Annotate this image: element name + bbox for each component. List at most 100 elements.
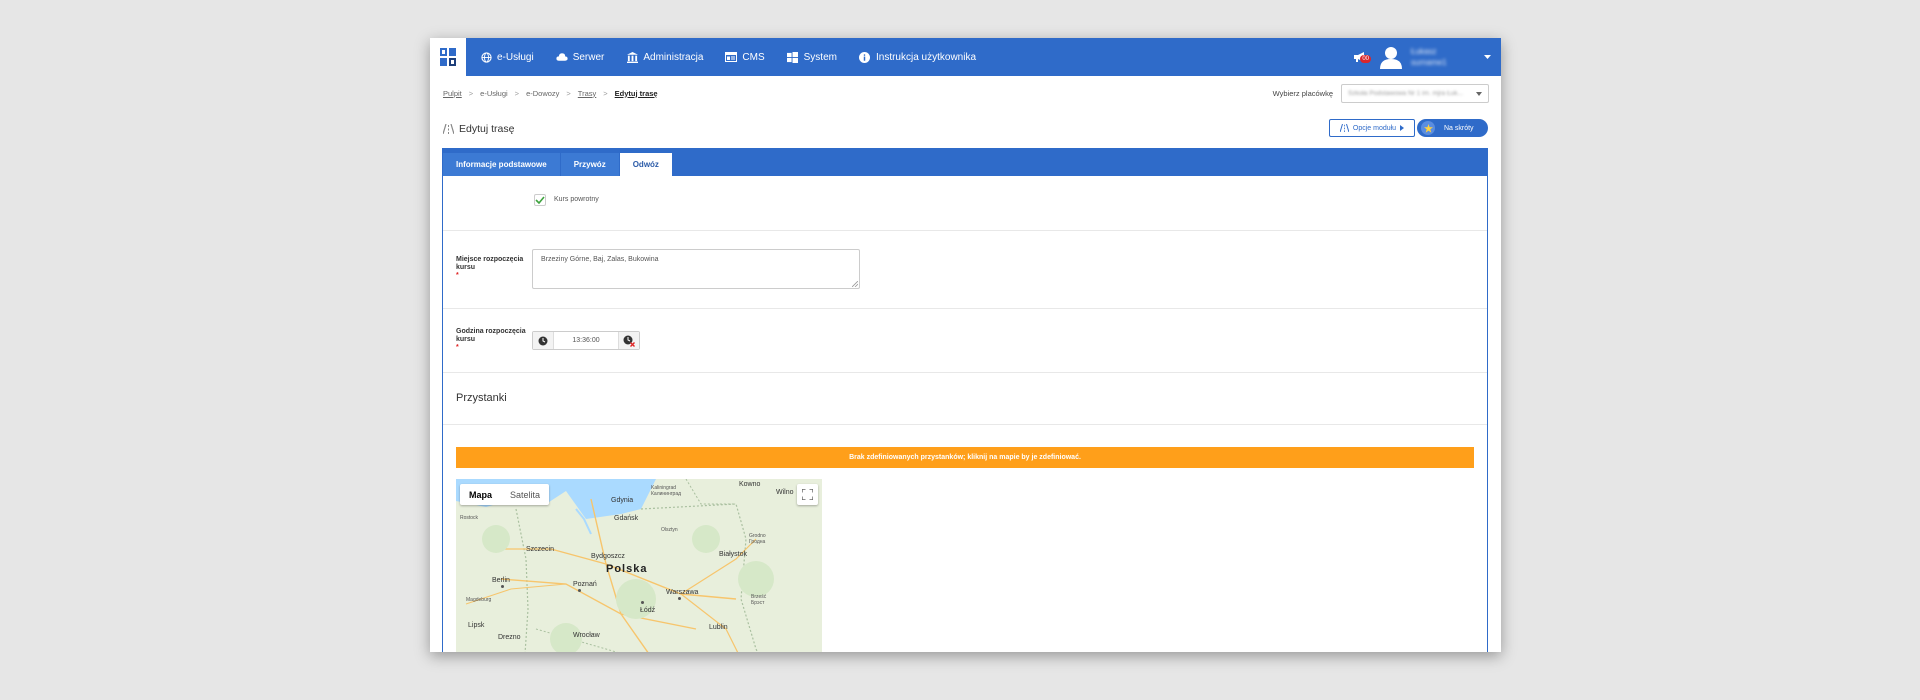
breadcrumb-current: Edytuj trasę [614, 88, 658, 98]
map-marker-berlin [501, 585, 504, 588]
title-row: Edytuj trasę Opcje modułu Na skróty [430, 110, 1501, 147]
main-nav: e-Usługi Serwer Administracja CMS System… [472, 38, 990, 76]
map-country-label: Polska [606, 563, 648, 575]
module-options-label: Opcje modułu [1352, 124, 1397, 132]
clock-clear-icon [623, 335, 635, 347]
start-place-row: Miejsce rozpoczęcia kursu * Brzeziny Gór… [443, 231, 1487, 309]
checkmark-icon [535, 196, 545, 204]
road-icon [1339, 124, 1349, 132]
clock-icon [538, 336, 548, 345]
nav-item-label: Serwer [572, 51, 605, 63]
breadcrumb-separator: > [514, 88, 520, 98]
map-city-kaliningrad: Kaliningrad Калининград [651, 485, 682, 497]
time-picker: 13:36:00 [532, 331, 640, 350]
map-fullscreen-button[interactable] [797, 484, 818, 505]
nav-item-serwer[interactable]: Serwer [548, 38, 619, 76]
map-city-bydgoszcz: Bydgoszcz [591, 553, 625, 560]
map-city-brzesc: Brześć Брэст [751, 594, 767, 606]
map-city-gdansk: Gdańsk [614, 515, 639, 522]
map-city-gdynia: Gdynia [611, 497, 634, 504]
start-time-label: Godzina rozpoczęcia kursu * [456, 328, 526, 352]
map-city-lipsk: Lipsk [468, 622, 485, 629]
avatar[interactable] [1379, 45, 1403, 69]
module-options-button[interactable]: Opcje modułu [1329, 119, 1415, 137]
form-panel: Kurs powrotny Miejsce rozpoczęcia kursu … [442, 176, 1488, 652]
nav-item-administracja[interactable]: Administracja [618, 38, 717, 76]
start-time-label-text: Godzina rozpoczęcia kursu [456, 328, 526, 343]
map-type-satellite-button[interactable]: Satelita [501, 484, 549, 505]
map-city-berlin: Berlin [492, 577, 510, 584]
breadcrumb-separator: > [603, 88, 608, 98]
road-icon [443, 123, 454, 134]
return-course-checkbox[interactable] [534, 194, 546, 206]
map-city-wilno: Wilno [776, 489, 794, 496]
map-city-szczecin: Szczecin [526, 546, 555, 553]
tab-informacje-podstawowe[interactable]: Informacje podstawowe [443, 153, 560, 176]
user-name-block[interactable]: Łukasz surname1 [1411, 46, 1477, 68]
map-type-control: Mapa Satelita [460, 484, 550, 505]
start-place-textarea[interactable]: Brzeziny Górne, Baj, Zalas, Bukowina [532, 249, 860, 289]
time-clear-button[interactable] [619, 332, 639, 349]
user-surname: surname1 [1411, 58, 1447, 67]
breadcrumb-e-uslugi: e-Usługi [480, 88, 508, 98]
user-first-name: Łukasz [1411, 47, 1437, 56]
map-city-kowno: Kowno [739, 481, 761, 488]
globe-icon [480, 51, 492, 63]
map-city-grodno: Grodno Гродна [749, 533, 766, 545]
route-map[interactable]: Mapa Satelita Gdynia Gdańsk Kaliningrad … [456, 479, 822, 652]
map-marker-lodz [641, 601, 644, 604]
map-city-wroclaw: Wrocław [573, 632, 600, 639]
map-type-map-button[interactable]: Mapa [460, 484, 501, 505]
time-picker-button[interactable] [533, 332, 553, 349]
stops-section-title: Przystanki [456, 392, 507, 404]
nav-item-label: Instrukcja użytkownika [875, 51, 977, 63]
map-city-olsztyn: Olsztyn [661, 527, 678, 533]
breadcrumb-pulpit[interactable]: Pulpit [443, 89, 462, 98]
nav-item-cms[interactable]: CMS [717, 38, 778, 76]
branch-label: Wybierz placówkę [1272, 89, 1333, 98]
map-city-warszawa: Warszawa [666, 589, 699, 596]
branch-select[interactable]: Szkoła Podstawowa Nr 1 im. mjra Łuk... [1341, 84, 1489, 103]
return-course-label: Kurs powrotny [554, 196, 599, 203]
start-place-label-text: Miejsce rozpoczęcia kursu [456, 256, 524, 271]
tabs-bar: Informacje podstawowe Przywóz Odwóz [442, 148, 1488, 176]
nav-item-system[interactable]: System [779, 38, 851, 76]
logo-icon [440, 48, 456, 66]
page-title: Edytuj trasę [459, 122, 515, 135]
tab-odwoz[interactable]: Odwóz [619, 153, 672, 176]
breadcrumb-separator: > [468, 88, 474, 98]
start-place-label: Miejsce rozpoczęcia kursu * [456, 256, 526, 280]
branch-select-value: Szkoła Podstawowa Nr 1 im. mjra Łuk... [1348, 90, 1463, 97]
breadcrumb-trasy[interactable]: Trasy [578, 89, 596, 98]
top-navbar: e-Usługi Serwer Administracja CMS System… [430, 38, 1501, 76]
tab-przywoz[interactable]: Przywóz [560, 153, 619, 176]
map-city-bialystok: Białystok [719, 551, 748, 558]
nav-item-instrukcja[interactable]: Instrukcja użytkownika [851, 38, 990, 76]
branch-selector: Wybierz placówkę Szkoła Podstawowa Nr 1 … [1273, 84, 1489, 103]
caret-right-icon [1400, 125, 1405, 131]
start-time-value[interactable]: 13:36:00 [553, 332, 619, 349]
notifications-button[interactable]: 00 [1349, 46, 1371, 68]
required-marker: * [456, 344, 459, 351]
map-city-lublin: Lublin [709, 624, 728, 631]
map-city-magdeburg: Magdeburg [466, 597, 492, 603]
user-area: 00 Łukasz surname1 [1349, 38, 1501, 76]
notification-badge: 00 [1360, 55, 1371, 63]
no-stops-alert: Brak zdefiniowanych przystanków; kliknij… [456, 447, 1474, 468]
shortcuts-label: Na skróty [1444, 124, 1474, 132]
nav-item-label: System [803, 51, 837, 63]
chevron-down-icon [1476, 92, 1482, 96]
shortcuts-button[interactable]: Na skróty [1417, 119, 1488, 137]
user-menu-toggle[interactable] [1477, 55, 1497, 59]
resize-handle-icon[interactable] [852, 281, 858, 287]
stops-header-row: Przystanki [443, 373, 1487, 425]
app-logo[interactable] [430, 38, 466, 76]
map-city-lodz: Łódź [640, 607, 656, 614]
nav-item-e-uslugi[interactable]: e-Usługi [472, 38, 548, 76]
return-course-row: Kurs powrotny [443, 176, 1487, 231]
start-place-value: Brzeziny Górne, Baj, Zalas, Bukowina [541, 256, 659, 263]
start-time-row: Godzina rozpoczęcia kursu * 13:36:00 [443, 309, 1487, 373]
app-window: e-Usługi Serwer Administracja CMS System… [430, 38, 1501, 652]
map-city-poznan: Poznań [573, 581, 597, 588]
map-city-drezno: Drezno [498, 634, 521, 641]
